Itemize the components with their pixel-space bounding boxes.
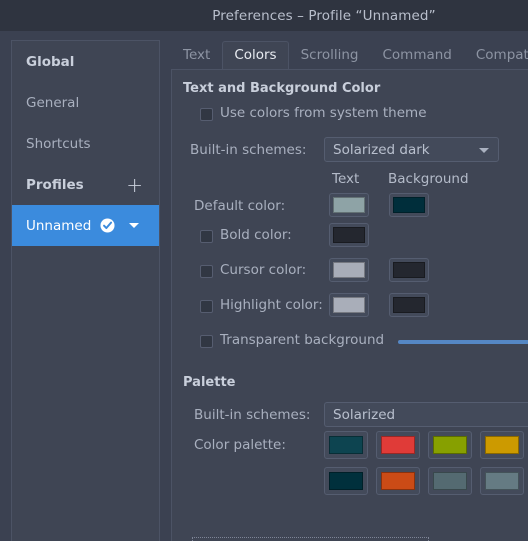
tab-scrolling[interactable]: Scrolling (289, 41, 371, 70)
swatch-fill (381, 472, 415, 490)
default-background-color-swatch[interactable] (389, 193, 429, 217)
swatch-fill (333, 197, 365, 213)
preferences-window: Preferences – Profile “Unnamed” Global G… (0, 0, 528, 541)
sidebar-item-general[interactable]: General (12, 82, 159, 123)
default-color-label: Default color: (194, 198, 286, 214)
palette-builtin-schemes-value: Solarized (333, 406, 396, 423)
default-text-color-swatch[interactable] (329, 193, 369, 217)
highlight-text-color-swatch[interactable] (329, 293, 369, 317)
sidebar-section-profiles: Profiles + (12, 164, 159, 205)
palette-swatch[interactable] (324, 467, 368, 495)
swatch-fill (433, 436, 467, 454)
swatch-fill (393, 297, 425, 313)
palette-builtin-schemes-combobox[interactable]: Solarized (324, 402, 528, 427)
bold-color-label: Bold color: (220, 227, 292, 243)
sidebar: Global General Shortcuts Profiles + Unna… (11, 40, 160, 541)
swatch-fill (333, 297, 365, 313)
cursor-color-checkbox[interactable] (200, 265, 213, 278)
add-profile-icon[interactable]: + (126, 175, 145, 195)
transparency-slider[interactable] (398, 340, 528, 344)
sidebar-profiles-label: Profiles (26, 176, 84, 193)
highlight-color-label: Highlight color: (220, 297, 323, 313)
palette-swatch[interactable] (376, 431, 420, 459)
cursor-text-color-swatch[interactable] (329, 258, 369, 282)
palette-swatch[interactable] (428, 431, 472, 459)
sidebar-section-global: Global (12, 41, 159, 82)
highlight-background-color-swatch[interactable] (389, 293, 429, 317)
check-circle-icon (100, 218, 115, 233)
builtin-schemes-combobox[interactable]: Solarized dark (324, 137, 499, 162)
sidebar-item-label: Shortcuts (26, 135, 91, 152)
swatch-fill (485, 472, 519, 490)
sidebar-global-label: Global (26, 53, 75, 70)
sidebar-item-unnamed-profile[interactable]: Unnamed (12, 205, 159, 246)
builtin-schemes-label: Built-in schemes: (190, 142, 307, 158)
chevron-down-icon[interactable] (129, 223, 140, 228)
swatch-fill (329, 436, 363, 454)
show-bold-bright-row[interactable]: Show bold text in bright colors (192, 537, 429, 541)
highlight-color-checkbox[interactable] (200, 300, 213, 313)
swatch-fill (333, 262, 365, 278)
swatch-fill (393, 197, 425, 213)
window-titlebar: Preferences – Profile “Unnamed” (0, 0, 528, 31)
sidebar-item-shortcuts[interactable]: Shortcuts (12, 123, 159, 164)
tab-compatibility[interactable]: Compatib (464, 41, 528, 70)
swatch-fill (333, 227, 365, 243)
column-header-text: Text (332, 171, 360, 187)
settings-pane: Text Colors Scrolling Command Compatib T… (171, 31, 528, 541)
window-body: Global General Shortcuts Profiles + Unna… (0, 31, 528, 541)
window-title: Preferences – Profile “Unnamed” (212, 7, 436, 24)
palette-swatch[interactable] (324, 431, 368, 459)
swatch-fill (485, 436, 519, 454)
color-palette-label: Color palette: (194, 437, 286, 453)
tab-colors[interactable]: Colors (222, 41, 289, 70)
tab-command[interactable]: Command (370, 41, 463, 70)
tab-text[interactable]: Text (171, 41, 222, 70)
palette-builtin-schemes-label: Built-in schemes: (194, 407, 311, 423)
cursor-color-label: Cursor color: (220, 262, 307, 278)
use-system-theme-label: Use colors from system theme (220, 105, 427, 121)
use-system-theme-checkbox[interactable] (200, 108, 213, 121)
palette-group-title: Palette (183, 375, 236, 390)
palette-swatch[interactable] (428, 467, 472, 495)
palette-swatch[interactable] (376, 467, 420, 495)
column-header-background: Background (388, 171, 469, 187)
transparent-background-checkbox[interactable] (200, 335, 213, 348)
swatch-fill (381, 436, 415, 454)
sidebar-item-label: Unnamed (26, 217, 92, 234)
cursor-background-color-swatch[interactable] (389, 258, 429, 282)
builtin-schemes-value: Solarized dark (333, 141, 430, 158)
chevron-down-icon (479, 148, 489, 153)
palette-swatch[interactable] (480, 431, 524, 459)
palette-swatch[interactable] (480, 467, 524, 495)
colors-tab-panel: Text and Background Color Use colors fro… (171, 69, 528, 541)
sidebar-item-label: General (26, 94, 80, 111)
swatch-fill (433, 472, 467, 490)
bold-color-checkbox[interactable] (200, 230, 213, 243)
bold-text-color-swatch[interactable] (329, 223, 369, 247)
text-background-color-group-title: Text and Background Color (183, 81, 381, 96)
tab-bar: Text Colors Scrolling Command Compatib (171, 38, 528, 70)
swatch-fill (393, 262, 425, 278)
swatch-fill (329, 472, 363, 490)
transparent-background-label: Transparent background (220, 332, 385, 348)
